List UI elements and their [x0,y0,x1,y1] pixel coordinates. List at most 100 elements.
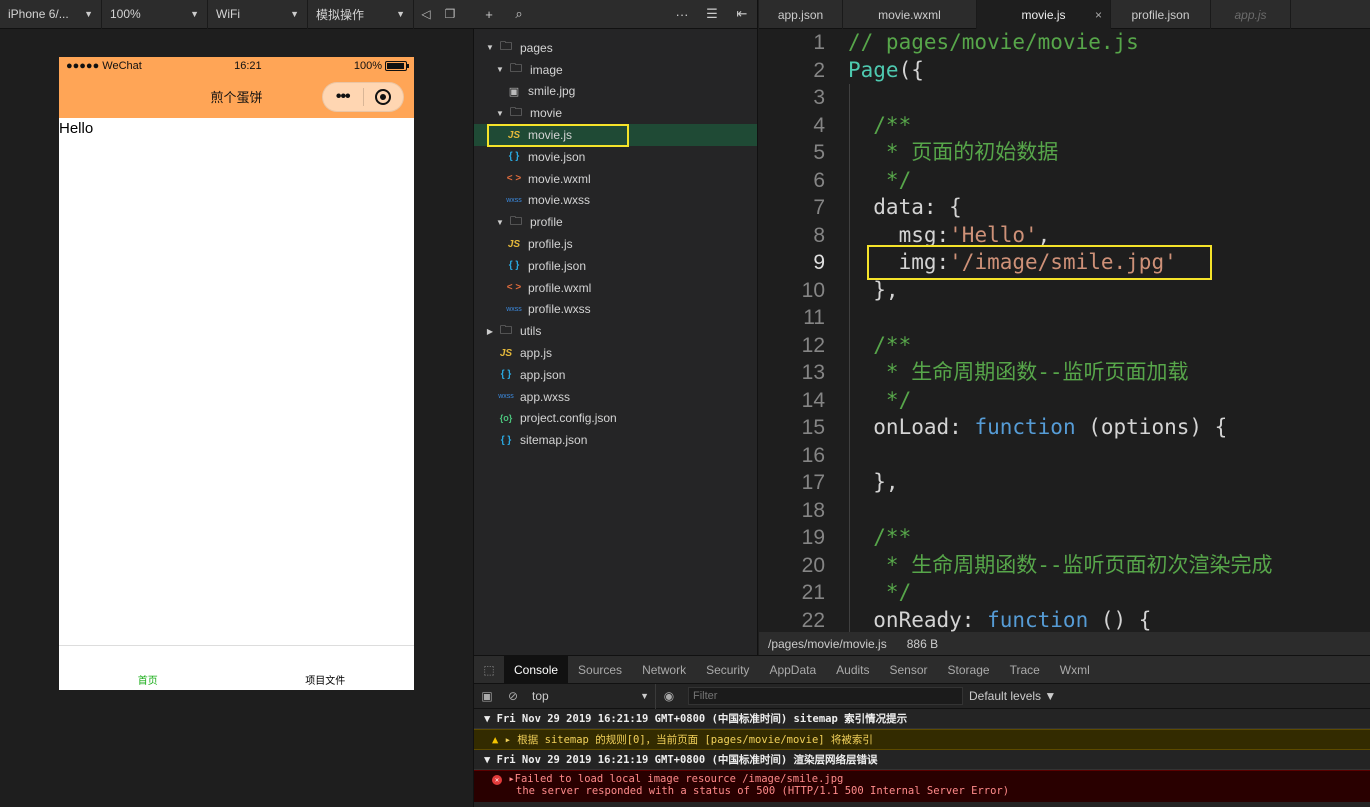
code-token: msg: [848,222,950,247]
line-number: 21 [801,581,825,604]
clear-console-icon[interactable]: ⊘ [500,689,526,703]
log-levels-select[interactable]: Default levels ▼ [969,689,1056,703]
phone-tab-1[interactable]: 项目文件 [237,672,415,687]
tab-movie-wxml[interactable]: movie.wxml [843,0,977,29]
phone-nav-bar: 煎个蛋饼 ••• [59,75,414,118]
tree-item-movie-wxml[interactable]: < > movie.wxml [474,168,757,190]
tab-app-json[interactable]: app.json [759,0,843,29]
inspect-icon[interactable]: ⬚ [474,663,504,677]
sidebar-toggle-icon[interactable]: ▣ [474,689,500,703]
caret-down-icon[interactable]: ▼ [494,65,506,74]
code-line: 17 }, [759,469,1370,497]
wxss-file-icon: wxss [498,393,514,401]
split-icon[interactable]: ⇤ [727,6,757,22]
tree-item-label: profile.json [528,258,587,273]
line-number: 9 [813,251,825,274]
tree-item-movie-js[interactable]: JS movie.js [474,124,757,146]
devtools-tab-wxml[interactable]: Wxml [1050,656,1100,684]
code-token: img: [848,250,950,274]
phone-page-body: Hello [59,118,414,645]
devtools-tab-sources[interactable]: Sources [568,656,632,684]
tree-item-app-wxss[interactable]: wxss app.wxss [474,386,757,408]
code-token: (options) { [1075,415,1228,439]
tree-item-project-config-json[interactable]: {o} project.config.json [474,408,757,430]
network-select[interactable]: WiFi ▼ [208,0,308,29]
tree-item-profile-wxss[interactable]: wxss profile.wxss [474,299,757,321]
devtools-tab-network[interactable]: Network [632,656,696,684]
code-line: 5 * 页面的初始数据 [759,139,1370,167]
devtools-tab-sensor[interactable]: Sensor [880,656,938,684]
tree-item-profile-json[interactable]: { } profile.json [474,255,757,277]
console-log-list: ▼ Fri Nov 29 2019 16:21:19 GMT+0800 (中国标… [474,709,1370,802]
code-token: () { [1088,607,1152,632]
caret-down-icon[interactable]: ▼ [484,43,496,52]
log-error[interactable]: ✕ ▸Failed to load local image resource /… [474,770,1370,802]
caret-down-icon[interactable]: ▼ [494,109,506,118]
js-file-icon: JS [507,129,521,141]
close-icon[interactable]: × [1095,8,1102,22]
console-filter-input[interactable] [688,687,963,705]
eye-icon[interactable]: ◉ [656,689,682,703]
tree-item-profile-js[interactable]: JS profile.js [474,233,757,255]
tree-item-movie-wxss[interactable]: wxss movie.wxss [474,190,757,212]
error-icon: ✕ [492,775,502,785]
wxml-file-icon: < > [506,282,522,294]
tree-item-app-js[interactable]: JS app.js [474,342,757,364]
tree-item-movie[interactable]: ▼ 🗀 movie [474,102,757,124]
chevron-down-icon: ▼ [84,9,93,19]
tree-item-image[interactable]: ▼ 🗀 image [474,59,757,81]
close-app-button[interactable] [363,89,403,105]
code-line: 3 [759,84,1370,112]
code-line: 11 [759,304,1370,332]
tree-item-movie-json[interactable]: { } movie.json [474,146,757,168]
caret-right-icon[interactable]: ▶ [484,327,496,336]
line-number: 4 [813,113,825,137]
devtools-tab-trace[interactable]: Trace [1000,656,1050,684]
log-group-sitemap[interactable]: ▼ Fri Nov 29 2019 16:21:19 GMT+0800 (中国标… [474,709,1370,729]
battery-indicator: 100% [354,60,409,72]
device-select[interactable]: iPhone 6/... ▼ [0,0,102,29]
devtools-tab-appdata[interactable]: AppData [759,656,826,684]
devtools-tab-storage[interactable]: Storage [938,656,1000,684]
devtools-tab-console[interactable]: Console [504,655,569,684]
log-warning[interactable]: ▲ ▸ 根据 sitemap 的规则[0]，当前页面 [pages/movie/… [474,729,1370,750]
more-icon[interactable]: ··· [667,7,697,22]
code-area[interactable]: 1// pages/movie/movie.js 2 Page({3 4 /** 5 *… [759,29,1370,632]
tree-item-smile-jpg[interactable]: ▣ smile.jpg [474,81,757,103]
tree-item-utils[interactable]: ▶ 🗀 utils [474,320,757,342]
tree-item-label: movie.wxml [528,171,591,186]
tab-label: app.js [1234,7,1267,22]
log-group-render-error[interactable]: ▼ Fri Nov 29 2019 16:21:19 GMT+0800 (中国标… [474,750,1370,770]
tab-label: movie.wxml [878,7,941,22]
code-token: function [987,607,1089,632]
tree-item-sitemap-json[interactable]: { } sitemap.json [474,429,757,451]
caret-down-icon[interactable]: ▼ [494,218,506,227]
add-icon[interactable]: + [474,7,504,22]
tab-movie-js[interactable]: movie.js × [977,0,1111,29]
tree-item-pages[interactable]: ▼ 🗀 pages [474,37,757,59]
tab-profile-json[interactable]: profile.json [1111,0,1211,29]
code-token: /** [848,112,912,137]
window-icon[interactable]: ❐ [438,0,462,29]
search-icon[interactable]: ⌕ [504,6,534,22]
phone-tab-0[interactable]: 首页 [59,672,237,687]
zoom-label: 100% [110,7,141,21]
tab-app-js[interactable]: app.js [1211,0,1291,29]
menu-capsule: ••• [322,82,404,112]
tree-item-profile[interactable]: ▼ 🗀 profile [474,211,757,233]
devtools-tab-security[interactable]: Security [696,656,759,684]
zoom-select[interactable]: 100% ▼ [102,0,208,29]
sort-icon[interactable]: ☰ [697,6,727,22]
line-number: 11 [803,306,825,329]
devtools-tab-audits[interactable]: Audits [826,656,879,684]
more-dots-icon[interactable]: ••• [323,82,363,112]
action-select[interactable]: 模拟操作 ▼ [308,0,414,29]
code-token: ({ [898,57,924,82]
tree-item-label: utils [520,324,542,339]
code-token: }, [848,277,899,302]
context-select[interactable]: top ▼ [526,683,656,709]
volume-icon[interactable]: ◁ [414,0,438,29]
tree-item-app-json[interactable]: { } app.json [474,364,757,386]
tree-item-profile-wxml[interactable]: < > profile.wxml [474,277,757,299]
tree-item-label: project.config.json [520,411,617,426]
